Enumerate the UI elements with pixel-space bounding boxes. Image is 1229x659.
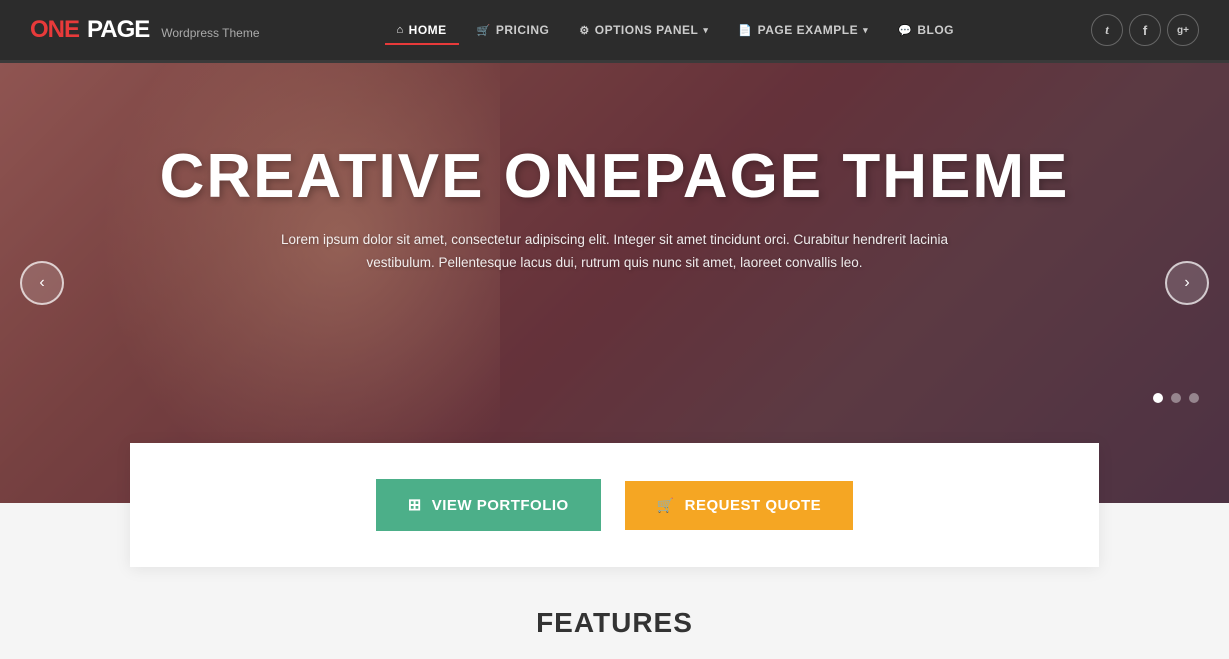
- portfolio-label: View Portfolio: [432, 497, 569, 514]
- quote-label: Request Quote: [685, 497, 822, 514]
- social-links: t f g+: [1091, 14, 1199, 46]
- slider-dot-3[interactable]: [1189, 393, 1199, 403]
- view-portfolio-button[interactable]: ⊞ View Portfolio: [376, 479, 601, 531]
- chevron-down-icon: ▾: [703, 25, 708, 36]
- hero-content: CREATIVE ONEPAGE THEME Lorem ipsum dolor…: [0, 63, 1229, 275]
- brand-page: PAGE: [87, 16, 149, 44]
- nav-item-page-example[interactable]: 📄 PAGE EXAMPLE ▾: [726, 15, 880, 45]
- google-plus-button[interactable]: g+: [1167, 14, 1199, 46]
- home-icon: ⌂: [397, 24, 404, 36]
- nav-item-home[interactable]: ⌂ HOME: [385, 15, 459, 45]
- page-icon: 📄: [738, 24, 752, 37]
- nav-link-pricing[interactable]: 🛒 PRICING: [465, 15, 562, 45]
- slider-dots: [1153, 393, 1199, 403]
- request-quote-button[interactable]: 🛒 Request Quote: [625, 481, 853, 530]
- nav-item-options[interactable]: ⚙ OPTIONS PANEL ▾: [567, 15, 720, 45]
- quote-cart-icon: 🛒: [657, 497, 675, 514]
- brand-subtitle: Wordpress Theme: [161, 26, 259, 40]
- brand-logo: ONE PAGE Wordpress Theme: [30, 16, 260, 44]
- nav-link-home[interactable]: ⌂ HOME: [385, 15, 459, 45]
- facebook-icon: f: [1143, 23, 1147, 38]
- portfolio-icon: ⊞: [408, 495, 422, 515]
- slider-dot-1[interactable]: [1153, 393, 1163, 403]
- chevron-left-icon: ‹: [39, 274, 44, 292]
- nav-links: ⌂ HOME 🛒 PRICING ⚙ OPTIONS PANEL ▾ 📄 PAG…: [385, 15, 966, 45]
- twitter-button[interactable]: t: [1091, 14, 1123, 46]
- facebook-button[interactable]: f: [1129, 14, 1161, 46]
- chevron-down-icon-2: ▾: [863, 25, 868, 36]
- nav-link-page-example[interactable]: 📄 PAGE EXAMPLE ▾: [726, 15, 880, 45]
- cta-section: ⊞ View Portfolio 🛒 Request Quote: [130, 443, 1099, 567]
- hero-section: ‹ CREATIVE ONEPAGE THEME Lorem ipsum dol…: [0, 63, 1229, 503]
- slider-prev-button[interactable]: ‹: [20, 261, 64, 305]
- hero-subtitle: Lorem ipsum dolor sit amet, consectetur …: [265, 229, 965, 275]
- hero-title: CREATIVE ONEPAGE THEME: [0, 143, 1229, 211]
- brand-one: ONE: [30, 16, 79, 44]
- features-section: FEATURES: [0, 567, 1229, 659]
- navbar: ONE PAGE Wordpress Theme ⌂ HOME 🛒 PRICING…: [0, 0, 1229, 60]
- cart-icon: 🛒: [477, 24, 491, 37]
- slider-dot-2[interactable]: [1171, 393, 1181, 403]
- nav-item-blog[interactable]: 💬 BLOG: [886, 15, 966, 45]
- twitter-icon: t: [1105, 22, 1109, 38]
- gear-icon: ⚙: [579, 24, 589, 37]
- chevron-right-icon: ›: [1184, 274, 1189, 292]
- features-title: FEATURES: [0, 607, 1229, 639]
- chat-icon: 💬: [898, 24, 912, 37]
- slider-next-button[interactable]: ›: [1165, 261, 1209, 305]
- google-plus-icon: g+: [1177, 25, 1189, 36]
- nav-link-options[interactable]: ⚙ OPTIONS PANEL ▾: [567, 15, 720, 45]
- nav-link-blog[interactable]: 💬 BLOG: [886, 15, 966, 45]
- nav-item-pricing[interactable]: 🛒 PRICING: [465, 15, 562, 45]
